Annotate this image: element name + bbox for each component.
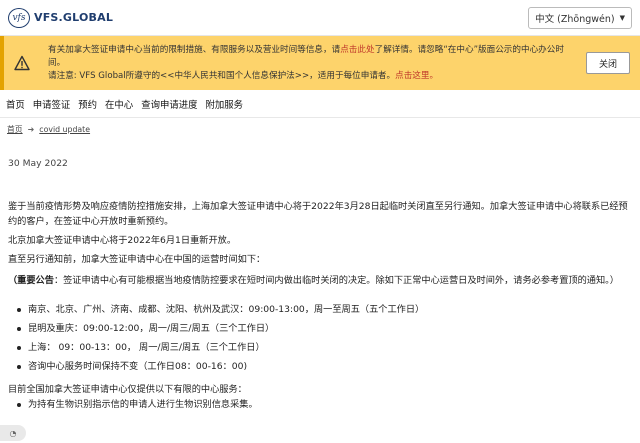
list-item: 昆明及重庆：09:00-12:00，周一/周三/周五（三个工作日） — [16, 321, 632, 336]
language-select-value: 中文 (Zhōngwén) — [535, 13, 615, 25]
nav-item-at-centre[interactable]: 在中心 — [105, 97, 133, 111]
important-notice-label: （重要公告 — [8, 275, 54, 286]
chat-widget-button[interactable]: ◔ — [0, 425, 26, 441]
article-paragraph-2: 北京加拿大签证申请中心将于2022年6月1日重新开放。 — [8, 235, 237, 246]
breadcrumb-home[interactable]: 首页 — [7, 124, 23, 135]
list-item: 咨询中心服务时间保持不变（工作日08：00-16：00) — [16, 359, 632, 374]
services-intro: 目前全国加拿大签证申请中心仅提供以下有限的中心服务： — [8, 384, 247, 395]
list-item: 南京、北京、广州、济南、成都、沈阳、杭州及武汉：09:00-13:00，周一至周… — [16, 302, 632, 317]
article-date: 30 May 2022 — [8, 158, 68, 169]
nav-item-apply-visa[interactable]: 申请签证 — [33, 97, 71, 111]
article-paragraph-1: 鉴于当前疫情形势及响应疫情防控措施安排，上海加拿大签证申请中心将于2022年3月… — [8, 201, 628, 227]
list-item: 上海： 09：00-13：00， 周一/周三/周五（三个工作日） — [16, 340, 632, 355]
main-nav: 首页 申请签证 预约 在中心 查询申请进度 附加服务 — [0, 90, 640, 118]
arrow-right-icon: ➜ — [27, 124, 35, 134]
chat-icon: ◔ — [9, 428, 17, 438]
notice-link-privacy[interactable]: 点击这里。 — [395, 71, 438, 81]
close-notice-button[interactable]: 关闭 — [586, 52, 630, 74]
language-select[interactable]: 中文 (Zhōngwén) ▼ — [528, 6, 632, 29]
services-list: 为持有生物识别指示信的申请人进行生物识别信息采集。 — [8, 397, 632, 412]
notice-line-2: 请注意: VFS Global所遵守的<<中华人民共和国个人信息保护法>>，适用… — [48, 70, 576, 83]
list-item: 为持有生物识别指示信的申请人进行生物识别信息采集。 — [16, 397, 632, 412]
nav-item-additional-services[interactable]: 附加服务 — [205, 97, 243, 111]
notice-link-click-here[interactable]: 点击此处 — [340, 45, 374, 55]
notice-line-1: 有关加拿大签证申请中心当前的限制措施、有限服务以及营业时间等信息，请点击此处了解… — [48, 44, 576, 70]
notice-line-1-text: 有关加拿大签证申请中心当前的限制措施、有限服务以及营业时间等信息，请 — [48, 44, 341, 55]
vfs-logo[interactable]: vfs VFS.GLOBAL — [8, 7, 114, 28]
vfs-logo-text: VFS.GLOBAL — [34, 11, 114, 24]
nav-item-track-application[interactable]: 查询申请进度 — [141, 97, 197, 111]
nav-item-home[interactable]: 首页 — [6, 97, 25, 111]
hours-list: 南京、北京、广州、济南、成都、沈阳、杭州及武汉：09:00-13:00，周一至周… — [8, 302, 632, 374]
nav-item-appointment[interactable]: 预约 — [78, 97, 97, 111]
article-body: 30 May 2022 鉴于当前疫情形势及响应疫情防控措施安排，上海加拿大签证申… — [0, 156, 640, 412]
chevron-down-icon: ▼ — [619, 13, 625, 22]
important-notice-text: ：签证申请中心有可能根据当地疫情防控要求在短时间内做出临时关闭的决定。除如下正常… — [53, 275, 619, 286]
article-paragraph-3: 直至另行通知前，加拿大签证申请中心在中国的运营时间如下： — [8, 254, 266, 265]
breadcrumb-current[interactable]: covid update — [39, 125, 90, 134]
important-notice: （重要公告：签证申请中心有可能根据当地疫情防控要求在短时间内做出临时关闭的决定。… — [8, 273, 632, 288]
notice-text: 有关加拿大签证申请中心当前的限制措施、有限服务以及营业时间等信息，请点击此处了解… — [48, 44, 576, 83]
vfs-logo-mark: vfs — [8, 7, 30, 28]
breadcrumb: 首页 ➜ covid update — [0, 118, 640, 140]
site-header: vfs VFS.GLOBAL 中文 (Zhōngwén) ▼ — [0, 0, 640, 36]
warning-icon — [14, 55, 30, 71]
notice-line-2-text: 请注意: VFS Global所遵守的<<中华人民共和国个人信息保护法>>，适用… — [48, 70, 396, 81]
notice-banner: 有关加拿大签证申请中心当前的限制措施、有限服务以及营业时间等信息，请点击此处了解… — [0, 36, 640, 90]
